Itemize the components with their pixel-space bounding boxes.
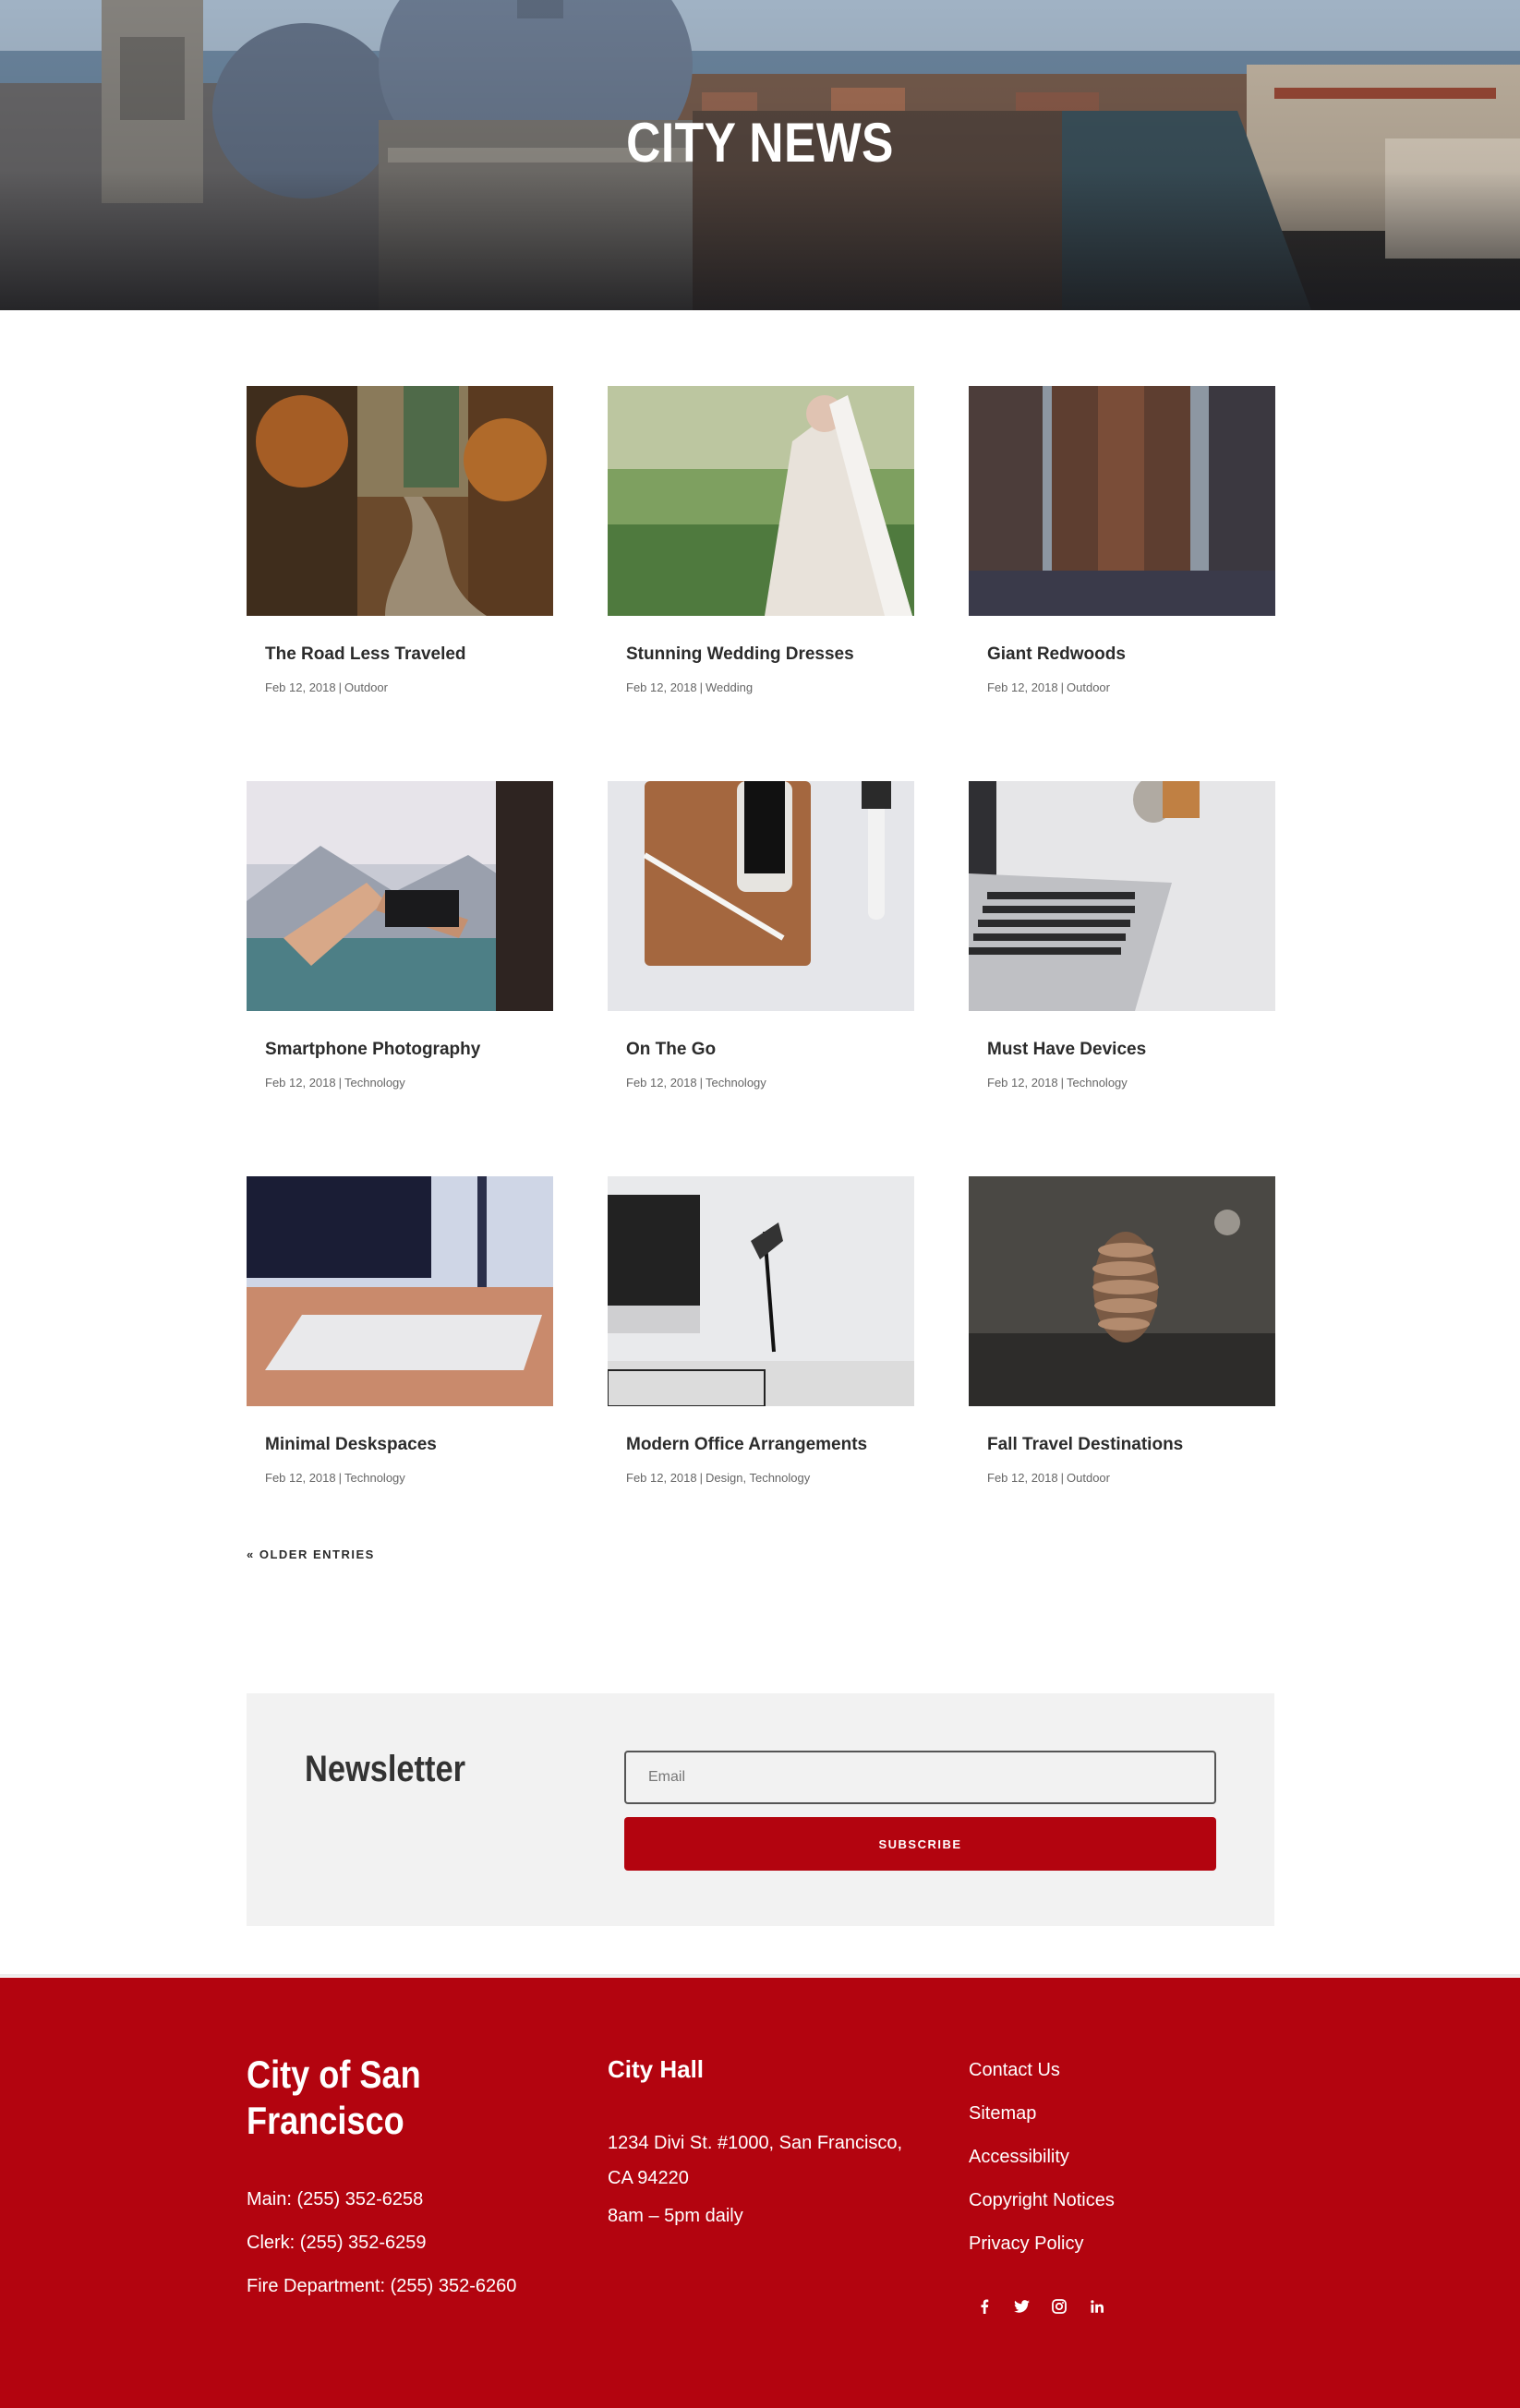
post-thumbnail[interactable] <box>608 386 914 616</box>
post-thumbnail[interactable] <box>608 781 914 1011</box>
post-categories[interactable]: Technology <box>344 1471 405 1485</box>
facebook-icon[interactable] <box>969 2295 1000 2318</box>
post-title[interactable]: The Road Less Traveled <box>265 644 542 665</box>
meta-separator: | <box>338 1471 343 1485</box>
post-thumbnail[interactable] <box>969 1176 1275 1406</box>
footer-link-accessibility[interactable]: Accessibility <box>969 2147 1069 2168</box>
footer-phone-fire: Fire Department: (255) 352-6260 <box>247 2276 517 2296</box>
post-categories[interactable]: Wedding <box>706 680 753 694</box>
footer-link-sitemap[interactable]: Sitemap <box>969 2103 1036 2125</box>
footer-hours: 8am – 5pm daily <box>608 2206 743 2226</box>
post-categories[interactable]: Outdoor <box>1067 680 1110 694</box>
page-title: CITY NEWS <box>626 112 894 174</box>
meta-separator: | <box>699 1471 704 1485</box>
footer-address: 1234 Divi St. #1000, San Francisco, CA 9… <box>608 2133 903 2188</box>
post-categories[interactable]: Outdoor <box>344 680 388 694</box>
post-date: Feb 12, 2018 <box>987 1076 1058 1090</box>
meta-separator: | <box>1060 680 1065 694</box>
footer-link-contact-us[interactable]: Contact Us <box>969 2060 1060 2081</box>
post-date: Feb 12, 2018 <box>265 1076 336 1090</box>
post-title[interactable]: Smartphone Photography <box>265 1040 542 1060</box>
post-title[interactable]: Minimal Deskspaces <box>265 1435 542 1455</box>
post-categories[interactable]: Technology <box>1067 1076 1128 1090</box>
footer-divider <box>0 1974 1520 1977</box>
post-date: Feb 12, 2018 <box>987 680 1058 694</box>
instagram-icon[interactable] <box>1043 2295 1075 2318</box>
meta-separator: | <box>1060 1471 1065 1485</box>
twitter-icon[interactable] <box>1006 2295 1037 2318</box>
post-date: Feb 12, 2018 <box>987 1471 1058 1485</box>
post-date: Feb 12, 2018 <box>265 1471 336 1485</box>
meta-separator: | <box>699 680 704 694</box>
footer-phone-clerk: Clerk: (255) 352-6259 <box>247 2233 427 2253</box>
newsletter-section: Newsletter SUBSCRIBE <box>247 1693 1274 1926</box>
hero-banner: CITY NEWS <box>0 0 1520 310</box>
footer-city-hall-title: City Hall <box>608 2055 705 2083</box>
meta-separator: | <box>338 1076 343 1090</box>
site-footer: City of San Francisco Main: (255) 352-62… <box>0 1978 1520 2408</box>
post-categories[interactable]: Outdoor <box>1067 1471 1110 1485</box>
post-meta: Feb 12, 2018 | Technology <box>987 1076 1128 1090</box>
post-title[interactable]: Giant Redwoods <box>987 644 1264 665</box>
post-title[interactable]: Modern Office Arrangements <box>626 1435 903 1455</box>
post-categories[interactable]: Technology <box>344 1076 405 1090</box>
meta-separator: | <box>1060 1076 1065 1090</box>
footer-city-name: City of San Francisco <box>247 2053 421 2142</box>
footer-link-copyright[interactable]: Copyright Notices <box>969 2190 1115 2211</box>
linkedin-icon[interactable] <box>1081 2295 1113 2318</box>
post-thumbnail[interactable] <box>969 386 1275 616</box>
email-field[interactable] <box>624 1751 1216 1804</box>
post-thumbnail[interactable] <box>247 386 553 616</box>
newsletter-title: Newsletter <box>305 1749 465 1789</box>
post-date: Feb 12, 2018 <box>626 1471 697 1485</box>
post-meta: Feb 12, 2018 | Technology <box>265 1471 405 1485</box>
post-title[interactable]: Stunning Wedding Dresses <box>626 644 903 665</box>
subscribe-button[interactable]: SUBSCRIBE <box>624 1817 1216 1871</box>
post-title[interactable]: Must Have Devices <box>987 1040 1264 1060</box>
post-meta: Feb 12, 2018 | Technology <box>626 1076 766 1090</box>
footer-link-privacy[interactable]: Privacy Policy <box>969 2233 1083 2255</box>
footer-phone-main: Main: (255) 352-6258 <box>247 2189 424 2209</box>
post-title[interactable]: On The Go <box>626 1040 903 1060</box>
post-meta: Feb 12, 2018 | Technology <box>265 1076 405 1090</box>
post-categories[interactable]: Design, Technology <box>706 1471 810 1485</box>
post-meta: Feb 12, 2018 | Design, Technology <box>626 1471 810 1485</box>
meta-separator: | <box>699 1076 704 1090</box>
post-meta: Feb 12, 2018 | Outdoor <box>987 680 1110 694</box>
post-meta: Feb 12, 2018 | Outdoor <box>265 680 388 694</box>
post-categories[interactable]: Technology <box>706 1076 766 1090</box>
post-date: Feb 12, 2018 <box>626 680 697 694</box>
post-thumbnail[interactable] <box>247 1176 553 1406</box>
post-meta: Feb 12, 2018 | Wedding <box>626 680 753 694</box>
post-thumbnail[interactable] <box>969 781 1275 1011</box>
post-meta: Feb 12, 2018 | Outdoor <box>987 1471 1110 1485</box>
older-entries-link[interactable]: « OLDER ENTRIES <box>247 1547 375 1561</box>
meta-separator: | <box>338 680 343 694</box>
post-date: Feb 12, 2018 <box>265 680 336 694</box>
post-thumbnail[interactable] <box>608 1176 914 1406</box>
post-date: Feb 12, 2018 <box>626 1076 697 1090</box>
post-title[interactable]: Fall Travel Destinations <box>987 1435 1264 1455</box>
post-thumbnail[interactable] <box>247 781 553 1011</box>
